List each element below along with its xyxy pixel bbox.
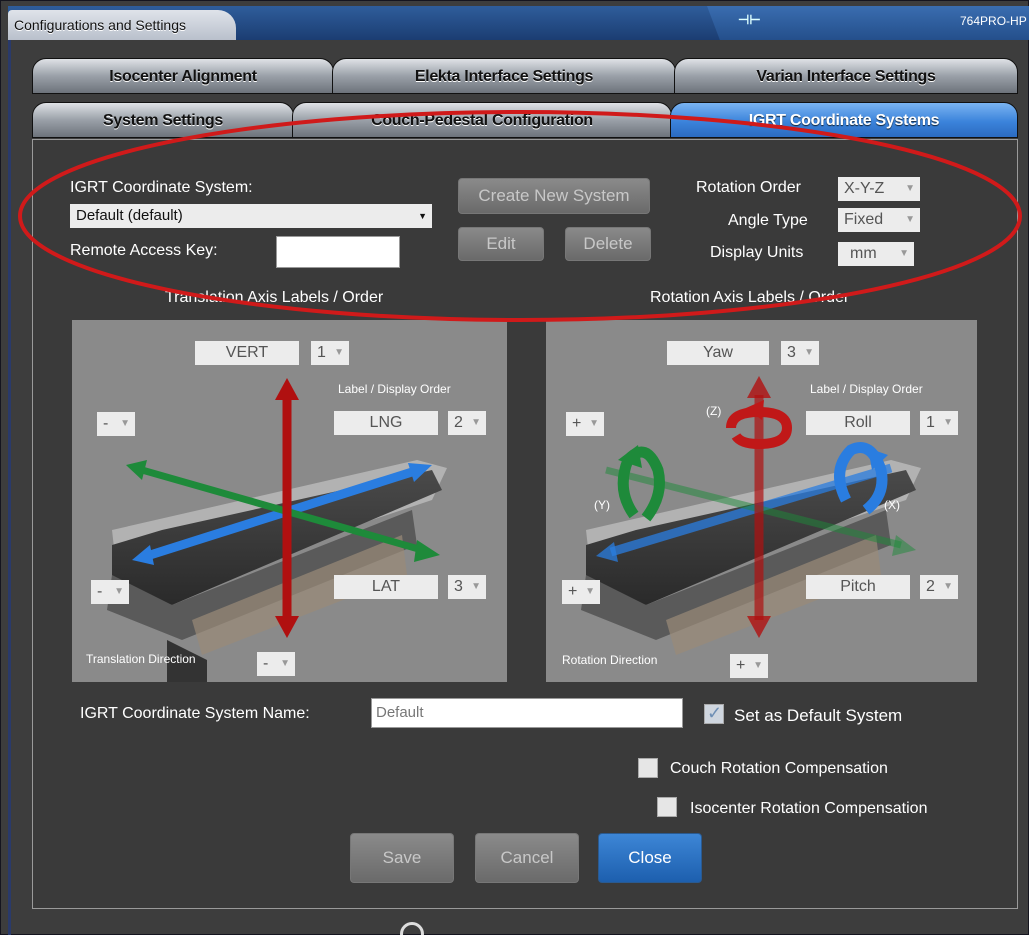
highlight-ellipse — [18, 110, 1022, 322]
